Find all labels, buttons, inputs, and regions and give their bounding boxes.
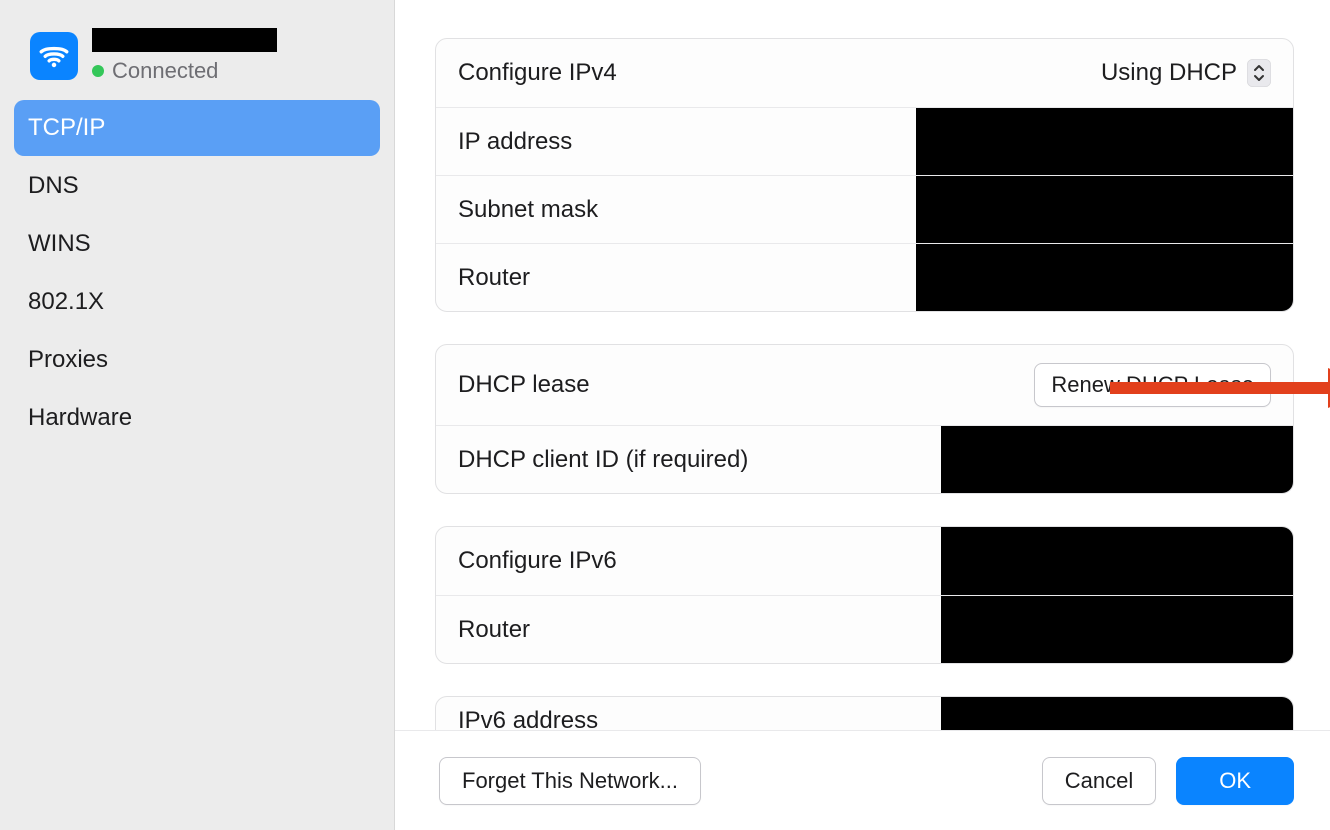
ip-address-redacted [916,108,1293,175]
ipv6-address-panel: IPv6 address [435,696,1294,730]
sidebar: Connected TCP/IP DNS WINS 802.1X Proxies… [0,0,395,830]
label-dhcp-client-id: DHCP client ID (if required) [458,446,748,474]
label-ip-address: IP address [458,128,572,156]
settings-scroll: Configure IPv4 Using DHCP IP address [395,0,1330,730]
row-ip-address: IP address [436,107,1293,175]
label-subnet-mask: Subnet mask [458,196,598,224]
sidebar-item-8021x[interactable]: 802.1X [14,274,380,330]
network-name-redacted [92,28,277,52]
sidebar-item-dns[interactable]: DNS [14,158,380,214]
status-text: Connected [112,58,218,84]
configure-ipv4-select[interactable]: Using DHCP [1101,59,1271,87]
dhcp-client-id-redacted [941,426,1293,493]
main-content: Configure IPv4 Using DHCP IP address [395,0,1330,830]
sidebar-list: TCP/IP DNS WINS 802.1X Proxies Hardware [0,100,394,448]
row-dhcp-lease: DHCP lease Renew DHCP Lease [436,345,1293,425]
ipv6-address-redacted [941,697,1293,730]
ipv6-panel: Configure IPv6 Router [435,526,1294,664]
router-ipv6-redacted [941,596,1293,663]
row-subnet-mask: Subnet mask [436,175,1293,243]
configure-ipv4-value: Using DHCP [1101,59,1237,87]
ipv4-panel: Configure IPv4 Using DHCP IP address [435,38,1294,312]
row-dhcp-client-id: DHCP client ID (if required) [436,425,1293,493]
sidebar-item-proxies[interactable]: Proxies [14,332,380,388]
row-router-ipv4: Router [436,243,1293,311]
dhcp-panel: DHCP lease Renew DHCP Lease DHCP client … [435,344,1294,494]
label-router-ipv6: Router [458,616,530,644]
label-configure-ipv6: Configure IPv6 [458,547,617,575]
ok-button[interactable]: OK [1176,757,1294,805]
row-router-ipv6: Router [436,595,1293,663]
subnet-mask-redacted [916,176,1293,243]
row-configure-ipv4: Configure IPv4 Using DHCP [436,39,1293,107]
sidebar-item-hardware[interactable]: Hardware [14,390,380,446]
renew-dhcp-lease-button[interactable]: Renew DHCP Lease [1034,363,1271,407]
wifi-icon [30,32,78,80]
status-dot-icon [92,65,104,77]
label-router-ipv4: Router [458,264,530,292]
label-configure-ipv4: Configure IPv4 [458,59,617,87]
sidebar-item-wins[interactable]: WINS [14,216,380,272]
connection-status: Connected [92,58,277,84]
footer-bar: Forget This Network... Cancel OK [395,730,1330,830]
label-ipv6-address: IPv6 address [458,707,598,730]
cancel-button[interactable]: Cancel [1042,757,1156,805]
updown-stepper-icon [1247,59,1271,87]
label-dhcp-lease: DHCP lease [458,371,590,399]
row-configure-ipv6: Configure IPv6 [436,527,1293,595]
sidebar-item-tcpip[interactable]: TCP/IP [14,100,380,156]
network-header: Connected [0,0,394,100]
forget-network-button[interactable]: Forget This Network... [439,757,701,805]
row-ipv6-address: IPv6 address [436,697,1293,730]
router-ipv4-redacted [916,244,1293,311]
configure-ipv6-redacted [941,527,1293,595]
